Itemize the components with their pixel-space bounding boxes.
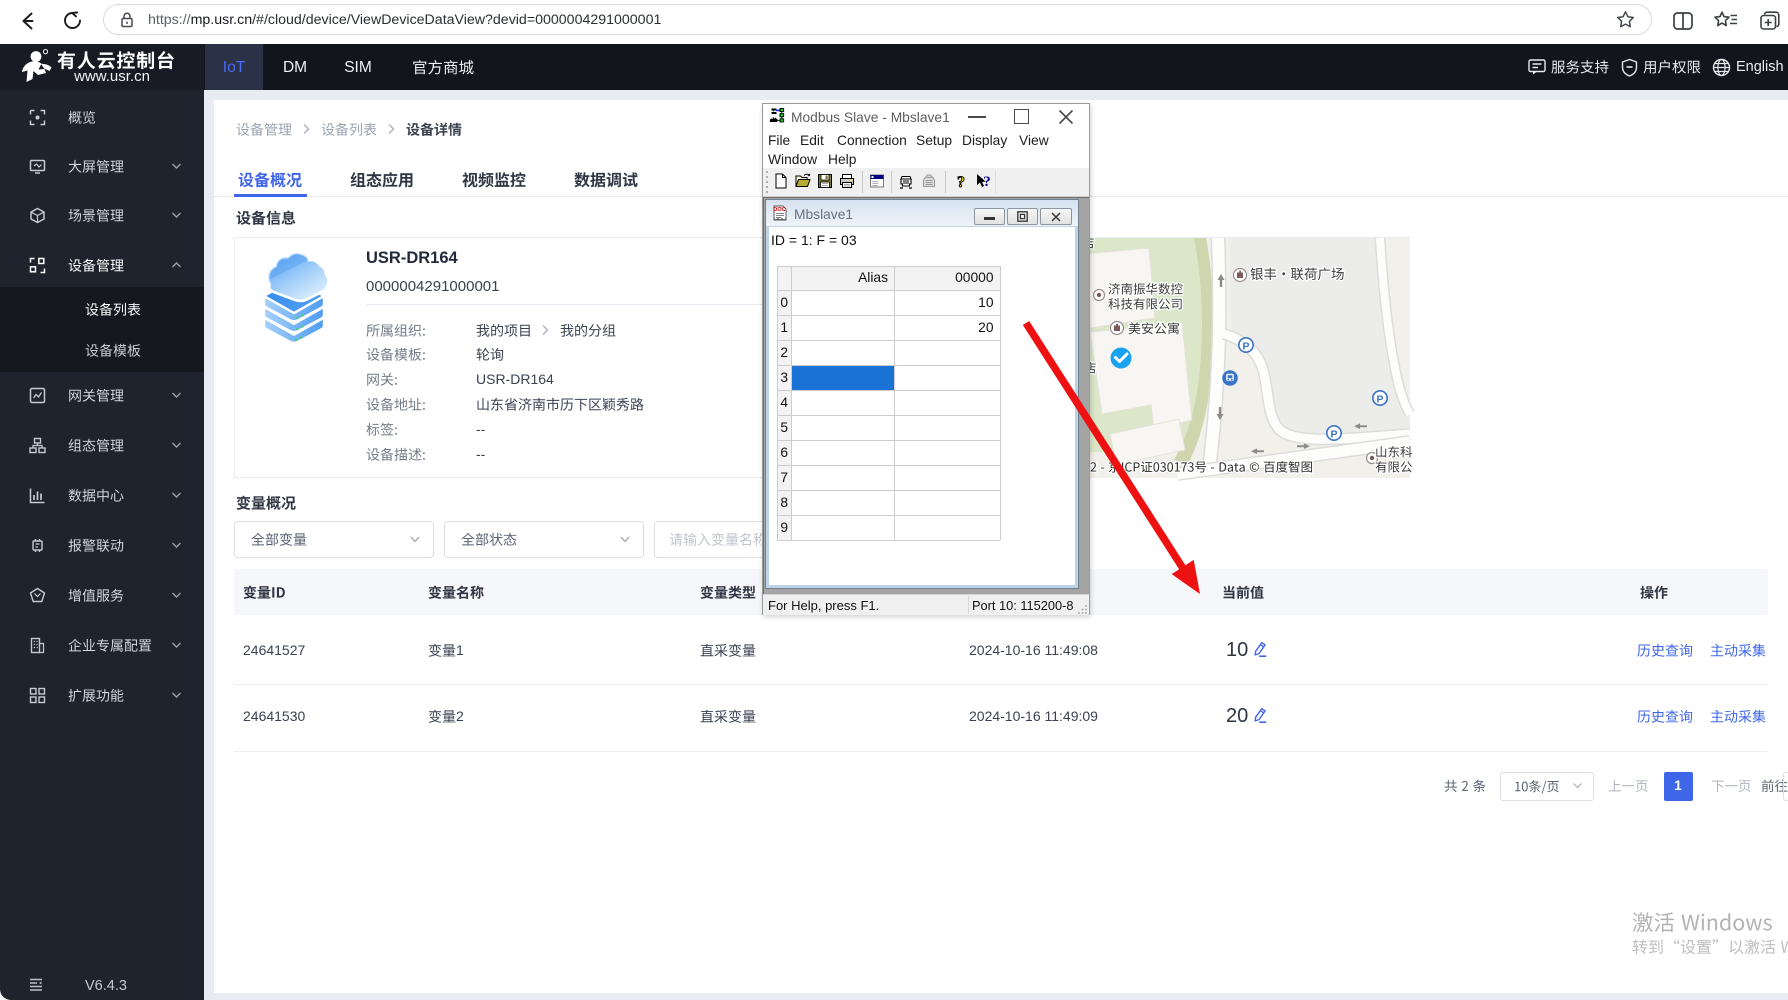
svg-text:DOC: DOC	[773, 207, 785, 213]
svg-text:P: P	[1242, 341, 1249, 353]
svg-text:?: ?	[957, 174, 965, 191]
svg-text:?: ?	[983, 174, 991, 190]
svg-text:P: P	[1330, 429, 1337, 441]
svg-text:P: P	[1376, 394, 1383, 406]
